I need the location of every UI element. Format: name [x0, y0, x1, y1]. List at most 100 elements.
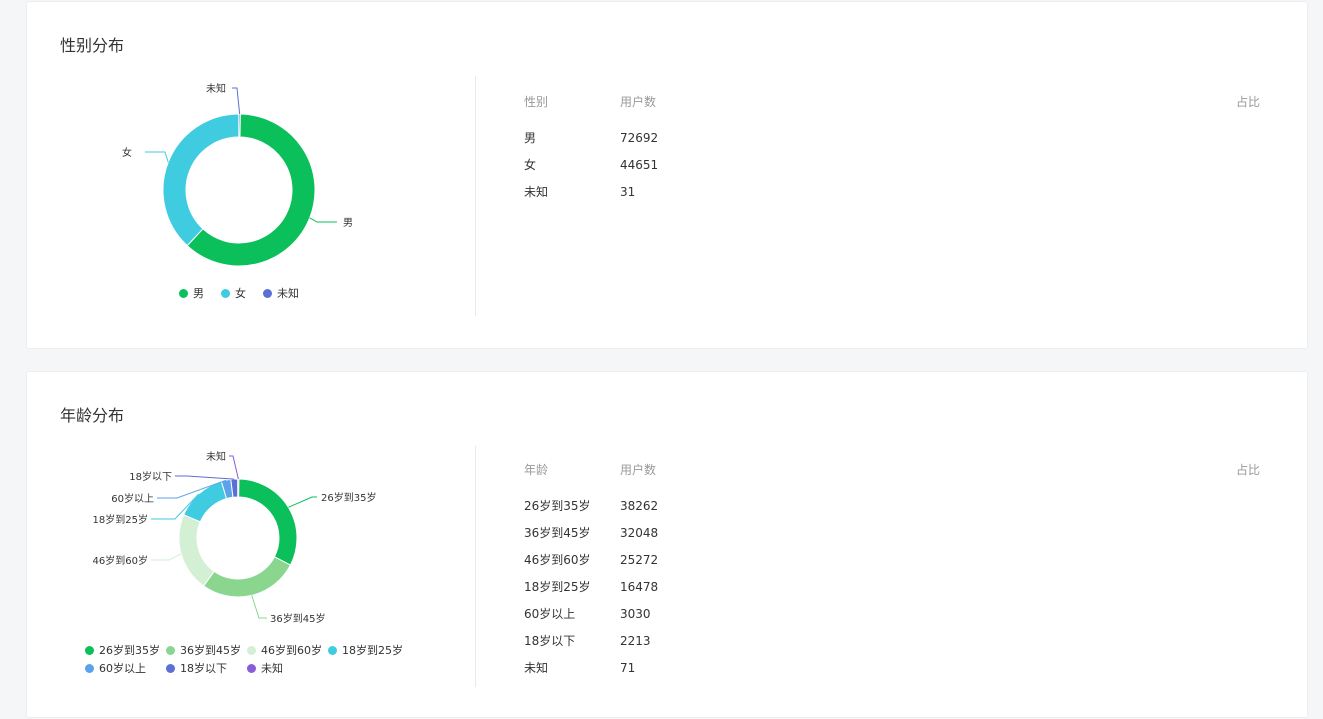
age-slice-label: 36岁到45岁: [270, 612, 325, 625]
gender-header-ratio: 占比: [1235, 94, 1260, 109]
age-slice-label: 18岁到25岁: [93, 513, 148, 526]
age-slice[interactable]: [237, 478, 240, 498]
gender-cell-ratio: [1140, 151, 1260, 178]
gender-divider: [475, 76, 476, 316]
age-slice[interactable]: [237, 478, 298, 566]
age-legend-label: 18岁以下: [180, 662, 227, 675]
age-table-row: 26岁到35岁 38262: [524, 492, 1260, 519]
age-legend: 26岁到35岁 36岁到45岁 46岁到60岁 18岁到25岁 60岁以上 18岁以下 未知: [85, 642, 415, 676]
gender-label-line: [145, 151, 169, 163]
gender-legend-item[interactable]: 女: [221, 285, 246, 301]
age-legend-item[interactable]: 18岁以下: [166, 660, 247, 676]
gender-cell-ratio: [1140, 178, 1260, 205]
age-table-row: 18岁到25岁 16478: [524, 573, 1260, 600]
age-table-row: 未知 71: [524, 654, 1260, 681]
gender-header-count: 用户数: [620, 94, 657, 109]
age-slice-label: 46岁到60岁: [93, 554, 148, 567]
age-cell-count: 32048: [620, 525, 659, 540]
age-legend-label: 未知: [261, 662, 283, 675]
age-cell-label: 36岁到45岁: [524, 526, 591, 540]
age-legend-dot-icon: [328, 645, 337, 655]
age-cell-count: 71: [620, 660, 636, 675]
gender-donut-chart: 男 女 未知: [122, 82, 353, 267]
age-legend-dot-icon: [247, 645, 256, 655]
age-cell-ratio: [1140, 492, 1260, 519]
age-distribution-card: 年龄分布 26岁到35岁 36岁到45岁 46岁到60岁 18岁到25岁 60岁以上 18…: [27, 372, 1307, 717]
age-header-label: 年龄: [524, 462, 549, 477]
age-slice-label: 未知: [206, 450, 226, 463]
gender-header-label: 性别: [524, 94, 549, 109]
age-legend-item[interactable]: 26岁到35岁: [85, 642, 166, 658]
gender-legend-label: 女: [235, 287, 246, 300]
age-slice-label: 18岁以下: [129, 470, 172, 483]
age-divider: [475, 446, 476, 687]
age-cell-label: 未知: [524, 661, 549, 675]
age-cell-ratio: [1140, 573, 1260, 600]
gender-legend-label: 男: [193, 287, 204, 300]
age-cell-ratio: [1140, 546, 1260, 573]
gender-table: 性别 用户数 占比 男 72692 女 44651 未知 31: [524, 92, 1260, 205]
gender-cell-label: 未知: [524, 185, 549, 199]
age-cell-count: 25272: [620, 552, 659, 567]
age-legend-item[interactable]: 未知: [247, 660, 328, 676]
gender-table-row: 女 44651: [524, 151, 1260, 178]
age-table: 年龄 用户数 占比 26岁到35岁 38262 36岁到45岁 32048 46岁到60…: [524, 460, 1260, 681]
gender-cell-count: 72692: [620, 130, 659, 145]
age-header-ratio: 占比: [1235, 462, 1260, 477]
age-cell-ratio: [1140, 600, 1260, 627]
age-donut-chart: 26岁到35岁 36岁到45岁 46岁到60岁 18岁到25岁 60岁以上 18岁以下 未知: [93, 450, 377, 625]
gender-table-row: 未知 31: [524, 178, 1260, 205]
age-cell-label: 26岁到35岁: [524, 499, 591, 513]
age-legend-label: 46岁到60岁: [261, 644, 322, 657]
age-label-line: [151, 553, 182, 561]
age-legend-item[interactable]: 18岁到25岁: [328, 642, 409, 658]
gender-legend-dot-icon: [263, 288, 272, 298]
age-legend-item[interactable]: 46岁到60岁: [247, 642, 328, 658]
age-table-row: 46岁到60岁 25272: [524, 546, 1260, 573]
gender-cell-count: 44651: [620, 157, 659, 172]
age-legend-dot-icon: [85, 645, 94, 655]
gender-legend-dot-icon: [179, 288, 188, 298]
age-legend-label: 26岁到35岁: [99, 644, 160, 657]
age-cell-ratio: [1140, 627, 1260, 654]
age-slice-label: 26岁到35岁: [321, 491, 376, 504]
age-legend-label: 18岁到25岁: [342, 644, 403, 657]
age-legend-item[interactable]: 36岁到45岁: [166, 642, 247, 658]
gender-cell-ratio: [1140, 124, 1260, 151]
age-cell-count: 2213: [620, 633, 651, 648]
age-cell-label: 18岁以下: [524, 634, 576, 648]
age-cell-label: 46岁到60岁: [524, 553, 591, 567]
age-table-header: 年龄 用户数 占比: [524, 460, 1260, 478]
gender-slice-label: 男: [343, 217, 353, 229]
age-legend-dot-icon: [247, 663, 256, 673]
age-cell-count: 38262: [620, 498, 659, 513]
gender-legend-item[interactable]: 男: [179, 285, 204, 301]
age-legend-label: 60岁以上: [99, 662, 146, 675]
age-slice[interactable]: [178, 514, 215, 587]
age-label-line: [251, 595, 267, 619]
gender-legend-dot-icon: [221, 288, 230, 298]
age-legend-label: 36岁到45岁: [180, 644, 241, 657]
age-slice-label: 60岁以上: [111, 492, 154, 505]
gender-cell-label: 女: [524, 158, 537, 172]
gender-slice-label: 女: [122, 146, 132, 159]
gender-legend: 男 女 未知: [179, 285, 299, 301]
age-table-row: 36岁到45岁 32048: [524, 519, 1260, 546]
gender-distribution-card: 性别分布 男女未知 男女未知 性别 用户数 占比 男 72692 女 44651 未知 3…: [27, 2, 1307, 348]
gender-table-header: 性别 用户数 占比: [524, 92, 1260, 110]
age-cell-label: 60岁以上: [524, 607, 576, 621]
gender-slice[interactable]: [238, 113, 241, 138]
age-cell-count: 16478: [620, 579, 659, 594]
gender-legend-item[interactable]: 未知: [263, 285, 299, 301]
age-table-row: 18岁以下 2213: [524, 627, 1260, 654]
age-cell-label: 18岁到25岁: [524, 580, 591, 594]
gender-table-row: 男 72692: [524, 124, 1260, 151]
gender-slice-label: 未知: [206, 82, 226, 95]
age-cell-ratio: [1140, 654, 1260, 681]
age-legend-item[interactable]: 60岁以上: [85, 660, 166, 676]
gender-slice[interactable]: [162, 113, 240, 247]
gender-cell-label: 男: [524, 131, 537, 145]
age-label-line: [288, 496, 317, 508]
age-legend-dot-icon: [166, 663, 175, 673]
age-slice[interactable]: [202, 556, 292, 598]
